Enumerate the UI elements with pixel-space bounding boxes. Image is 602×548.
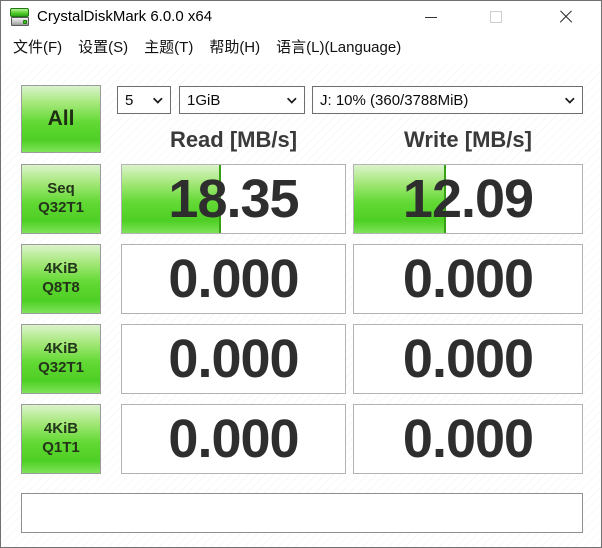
- all-test-button[interactable]: All: [21, 85, 101, 153]
- disk-icon-platter: [10, 8, 29, 17]
- test-count-value: 5: [125, 92, 133, 109]
- row-label-line2: Q32T1: [38, 199, 84, 218]
- minimize-icon: [425, 17, 437, 18]
- seq-q32t1-button[interactable]: Seq Q32T1: [21, 164, 101, 234]
- 4kib-q1t1-button[interactable]: 4KiB Q1T1: [21, 404, 101, 474]
- test-size-select[interactable]: 1GiB: [179, 86, 305, 114]
- chevron-down-icon: [287, 94, 297, 104]
- read-column-header: Read [MB/s]: [121, 123, 346, 157]
- test-count-select[interactable]: 5: [117, 86, 171, 114]
- comment-input[interactable]: [21, 493, 583, 533]
- title-bar: CrystalDiskMark 6.0.0 x64: [1, 1, 601, 33]
- row-label-line1: 4KiB: [44, 340, 78, 359]
- menu-settings[interactable]: 设置(S): [70, 33, 136, 63]
- disk-icon: [10, 7, 30, 27]
- row-label-line1: 4KiB: [44, 420, 78, 439]
- read-value: 18.35: [122, 165, 345, 233]
- read-value: 0.000: [122, 245, 345, 313]
- close-button[interactable]: [543, 1, 589, 33]
- row-label-line2: Q1T1: [42, 439, 80, 458]
- test-size-value: 1GiB: [187, 92, 220, 109]
- write-value: 0.000: [354, 405, 582, 473]
- 4kib-q32t1-read-cell: 0.000: [121, 324, 346, 394]
- write-value: 12.09: [354, 165, 582, 233]
- target-drive-value: J: 10% (360/3788MiB): [320, 92, 468, 109]
- 4kib-q1t1-read-cell: 0.000: [121, 404, 346, 474]
- write-value: 0.000: [354, 325, 582, 393]
- menu-help[interactable]: 帮助(H): [201, 33, 268, 63]
- read-value: 0.000: [122, 405, 345, 473]
- write-column-header: Write [MB/s]: [353, 123, 583, 157]
- row-label-line2: Q32T1: [38, 359, 84, 378]
- seq-q32t1-write-cell: 12.09: [353, 164, 583, 234]
- 4kib-q8t8-write-cell: 0.000: [353, 244, 583, 314]
- crystaldiskmark-window: CrystalDiskMark 6.0.0 x64 文件(F) 设置(S) 主题…: [0, 0, 602, 548]
- write-value: 0.000: [354, 245, 582, 313]
- 4kib-q32t1-write-cell: 0.000: [353, 324, 583, 394]
- maximize-button[interactable]: [473, 1, 519, 33]
- chevron-down-icon: [565, 94, 575, 104]
- row-label-line1: Seq: [47, 180, 75, 199]
- minimize-button[interactable]: [408, 1, 454, 33]
- seq-q32t1-read-cell: 18.35: [121, 164, 346, 234]
- row-label-line1: 4KiB: [44, 260, 78, 279]
- menu-language[interactable]: 语言(L)(Language): [268, 33, 409, 63]
- close-icon: [558, 9, 574, 25]
- menu-file[interactable]: 文件(F): [5, 33, 70, 63]
- window-title: CrystalDiskMark 6.0.0 x64: [37, 1, 212, 33]
- maximize-icon: [490, 11, 502, 23]
- 4kib-q32t1-button[interactable]: 4KiB Q32T1: [21, 324, 101, 394]
- 4kib-q8t8-read-cell: 0.000: [121, 244, 346, 314]
- menu-theme[interactable]: 主题(T): [136, 33, 201, 63]
- disk-icon-led: [23, 20, 27, 24]
- 4kib-q1t1-write-cell: 0.000: [353, 404, 583, 474]
- row-label-line2: Q8T8: [42, 279, 80, 298]
- 4kib-q8t8-button[interactable]: 4KiB Q8T8: [21, 244, 101, 314]
- target-drive-select[interactable]: J: 10% (360/3788MiB): [312, 86, 583, 114]
- menu-bar: 文件(F) 设置(S) 主题(T) 帮助(H) 语言(L)(Language): [1, 33, 601, 63]
- read-value: 0.000: [122, 325, 345, 393]
- chevron-down-icon: [153, 94, 163, 104]
